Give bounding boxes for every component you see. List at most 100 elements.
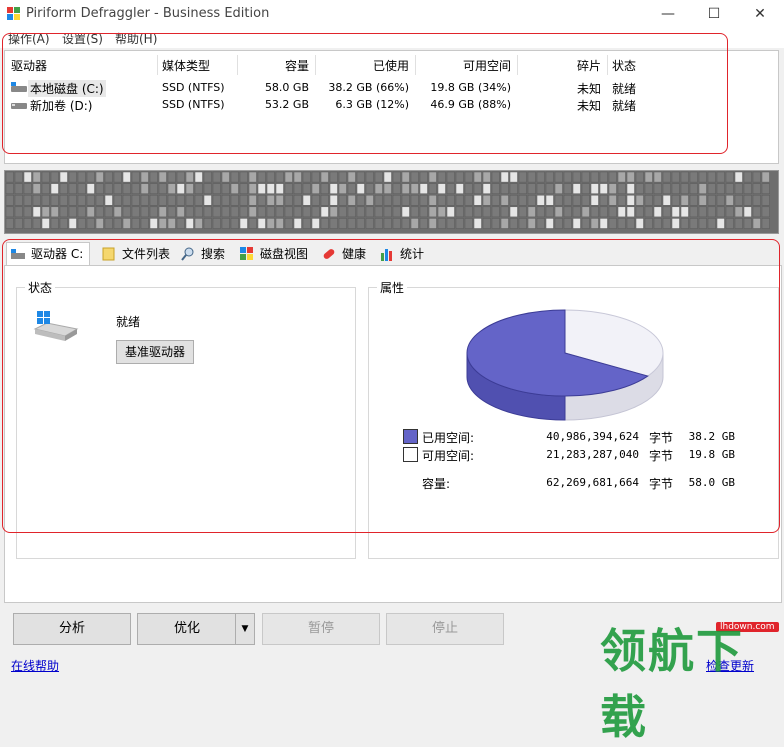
disk-block [608,194,617,206]
disk-block [203,183,212,194]
disk-block [644,183,653,194]
disk-block [50,218,59,229]
disk-block [644,218,653,229]
disk-block [383,206,392,218]
disk-block [527,206,536,218]
disk-block [392,218,401,229]
disk-block [680,194,689,206]
disk-block [167,206,176,218]
disk-block [482,171,491,183]
disk-block [653,171,662,183]
disk-block [122,218,131,229]
disk-block [311,171,320,183]
disk-block [428,183,437,194]
disk-block [761,183,770,194]
disk-block [23,218,32,229]
minimize-button[interactable]: — [645,0,691,28]
disk-block [653,194,662,206]
disk-block [185,206,194,218]
disk-block [707,171,716,183]
disk-block [356,194,365,206]
disk-block [320,183,329,194]
disk-block [446,194,455,206]
disk-block [383,218,392,229]
disk-block [122,194,131,206]
disk-block [293,171,302,183]
disk-block [284,218,293,229]
disk-block [140,206,149,218]
disk-block [113,194,122,206]
stop-button[interactable]: 停止 [386,613,504,645]
disk-block [635,171,644,183]
disk-block [149,194,158,206]
optimize-dropdown-arrow[interactable]: ▼ [235,613,255,645]
disk-block [14,171,23,183]
disk-block [23,183,32,194]
online-help-link[interactable]: 在线帮助 [11,657,59,674]
disk-block [527,183,536,194]
disk-block [563,183,572,194]
disk-block [590,171,599,183]
disk-block [419,171,428,183]
disk-block [167,218,176,229]
disk-block [302,218,311,229]
disk-block [5,194,14,206]
maximize-button[interactable]: ☐ [691,0,737,28]
disk-block [149,183,158,194]
disk-block [455,218,464,229]
disk-block [167,171,176,183]
disk-block [608,206,617,218]
disk-block [752,206,761,218]
disk-block [104,171,113,183]
disk-block [419,218,428,229]
disk-block [752,194,761,206]
disk-block [644,206,653,218]
disk-block [149,218,158,229]
disk-block [410,206,419,218]
disk-block [464,171,473,183]
disk-block [77,183,86,194]
disk-block [599,183,608,194]
disk-block [500,171,509,183]
disk-block [410,194,419,206]
disk-block [590,183,599,194]
disk-block [293,218,302,229]
disk-block [140,194,149,206]
disk-block [437,218,446,229]
disk-block [158,206,167,218]
disk-block [446,171,455,183]
disk-block [383,194,392,206]
disk-block [500,218,509,229]
analyze-button[interactable]: 分析 [13,613,131,645]
disk-block [86,171,95,183]
close-button[interactable]: ✕ [737,0,783,28]
disk-block [338,171,347,183]
disk-block [266,218,275,229]
disk-block [122,171,131,183]
disk-block [212,218,221,229]
disk-block [572,183,581,194]
disk-block [689,183,698,194]
disk-block [392,194,401,206]
disk-block [338,183,347,194]
disk-block [590,194,599,206]
optimize-button[interactable]: 优化 [137,613,237,645]
disk-block [293,206,302,218]
pause-button[interactable]: 暂停 [262,613,380,645]
disk-block [545,183,554,194]
disk-block [311,183,320,194]
disk-block [257,206,266,218]
disk-block [266,171,275,183]
disk-block [59,194,68,206]
disk-block [194,206,203,218]
disk-block [716,194,725,206]
disk-block [617,194,626,206]
disk-block [635,194,644,206]
disk-block [374,206,383,218]
title-bar: Piriform Defraggler - Business Edition —… [0,0,784,28]
disk-block [455,183,464,194]
disk-block [176,183,185,194]
disk-block [590,206,599,218]
disk-block [743,206,752,218]
disk-block [536,218,545,229]
